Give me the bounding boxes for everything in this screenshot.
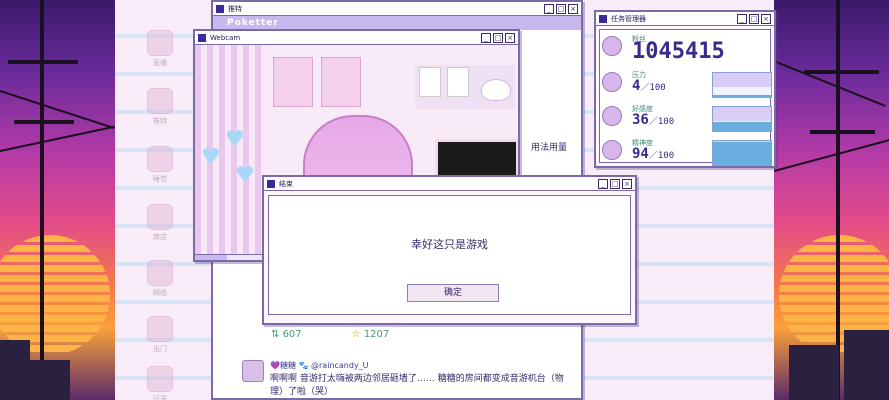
- task-manager-titlebar[interactable]: 任务管理器 _ □ ×: [596, 12, 774, 26]
- maximize-button[interactable]: □: [610, 178, 620, 189]
- maximize-button[interactable]: □: [493, 32, 503, 43]
- log-icon: [147, 366, 173, 392]
- close-button[interactable]: ×: [761, 13, 771, 24]
- followers-icon: [602, 36, 622, 56]
- stat-followers: 粉丝 1045415: [602, 34, 774, 64]
- retweet-count[interactable]: ⇅ 607: [271, 329, 302, 340]
- desktop-icon-log[interactable]: 记录: [140, 366, 180, 400]
- affection-icon: [602, 106, 622, 126]
- award-plaque: [447, 67, 469, 97]
- goout-icon: [147, 316, 173, 342]
- ok-button[interactable]: 确定: [407, 284, 499, 302]
- stat-affection: 好感度 36／100: [602, 104, 774, 134]
- poketter-brand: Poketter: [213, 16, 581, 30]
- bunny-plush: [481, 79, 511, 101]
- desktop-icon-sleep[interactable]: 睡觉: [140, 146, 180, 184]
- dialog-titlebar[interactable]: 结束 _ □ ×: [264, 177, 635, 191]
- avatar[interactable]: [242, 360, 264, 382]
- window-icon: [599, 14, 607, 23]
- mental-icon: [602, 140, 622, 160]
- twitter-icon: [147, 88, 173, 114]
- minimize-button[interactable]: _: [544, 3, 554, 14]
- close-button[interactable]: ×: [622, 178, 632, 189]
- tweet-author: 💜糖糖 🐾 @raincandy_U: [270, 361, 369, 370]
- mental-graph: [712, 140, 772, 166]
- desktop-icon-shop[interactable]: 商店: [140, 204, 180, 242]
- stress-icon: [602, 72, 622, 92]
- maximize-button[interactable]: □: [749, 13, 759, 24]
- window-icon: [267, 179, 275, 188]
- poster: [321, 57, 361, 107]
- sleep-icon: [147, 146, 173, 172]
- background-sunset-left: [0, 0, 115, 400]
- poketter-titlebar[interactable]: 推特 _ □ ×: [213, 2, 581, 16]
- task-manager-window: 任务管理器 _ □ × 粉丝 1045415 压力 4／100 好感度 36／1…: [594, 10, 776, 168]
- stress-graph: [712, 72, 772, 98]
- webcam-titlebar[interactable]: Webcam _ □ ×: [195, 31, 518, 45]
- dialog-message: 幸好这只是游戏: [411, 238, 488, 251]
- stat-stress: 压力 4／100: [602, 70, 774, 100]
- stream-icon: [147, 30, 173, 56]
- award-plaque: [419, 67, 441, 97]
- star-icon: ☆: [351, 329, 361, 340]
- desktop-icon-twitter[interactable]: 推特: [140, 88, 180, 126]
- task-manager-body: 粉丝 1045415 压力 4／100 好感度 36／100 精神度 94／10…: [599, 29, 774, 166]
- tweet-stats: ⇅ 607 ☆ 1207: [271, 329, 389, 340]
- background-sunset-right: [774, 0, 889, 400]
- close-button[interactable]: ×: [568, 3, 578, 14]
- desktop-icon-internet[interactable]: 网络: [140, 260, 180, 298]
- shop-icon: [147, 204, 173, 230]
- desktop-icon-stream[interactable]: 直播: [140, 30, 180, 68]
- minimize-button[interactable]: _: [598, 178, 608, 189]
- window-icon: [216, 4, 224, 13]
- tweet-text: 啊啊啊 音游打太嗨被两边邻居砸墙了…… 糖糖的房间都变成音游机台（物理）了啦（哭…: [270, 374, 564, 397]
- window-icon: [198, 33, 206, 42]
- feed-partial-text: 用法用量: [531, 143, 568, 153]
- dialog-body: 幸好这只是游戏 确定: [268, 195, 631, 315]
- like-count[interactable]: ☆ 1207: [352, 329, 390, 340]
- affection-graph: [712, 106, 772, 132]
- close-button[interactable]: ×: [505, 32, 515, 43]
- poster: [273, 57, 313, 107]
- minimize-button[interactable]: _: [737, 13, 747, 24]
- maximize-button[interactable]: □: [556, 3, 566, 14]
- followers-value: 1045415: [632, 39, 725, 64]
- internet-icon: [147, 260, 173, 286]
- stat-mental: 精神度 94／100: [602, 138, 774, 168]
- minimize-button[interactable]: _: [481, 32, 491, 43]
- game-over-dialog: 结束 _ □ × 幸好这只是游戏 确定: [262, 175, 637, 325]
- desktop-icon-goout[interactable]: 出门: [140, 316, 180, 354]
